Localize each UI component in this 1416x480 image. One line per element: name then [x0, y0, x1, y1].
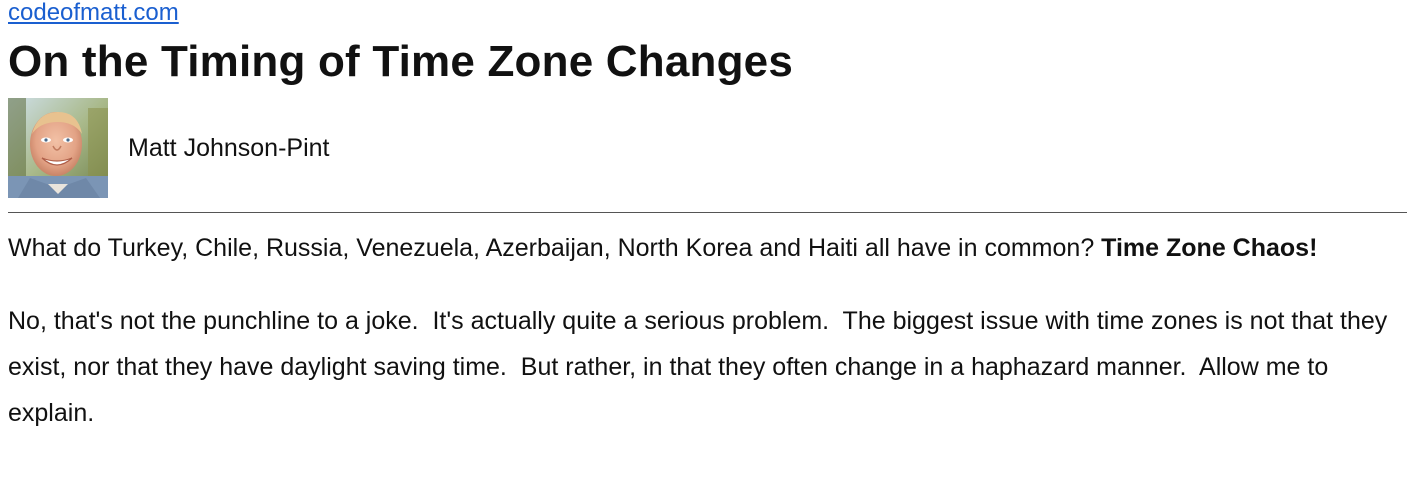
- intro-paragraph-text: What do Turkey, Chile, Russia, Venezuela…: [8, 234, 1102, 262]
- article-page: codeofmatt.com On the Timing of Time Zon…: [0, 0, 1416, 480]
- intro-paragraph: What do Turkey, Chile, Russia, Venezuela…: [8, 225, 1407, 271]
- header-divider: [8, 212, 1407, 213]
- author-name: Matt Johnson-Pint: [128, 134, 330, 162]
- article-title: On the Timing of Time Zone Changes: [8, 37, 794, 86]
- author-photo-image: [8, 98, 108, 198]
- intro-paragraph-emphasis: Time Zone Chaos!: [1101, 234, 1318, 262]
- author-block: Matt Johnson-Pint: [8, 98, 1407, 198]
- author-avatar: [8, 98, 108, 198]
- body-paragraph: No, that's not the punchline to a joke. …: [8, 307, 1395, 427]
- site-home-link[interactable]: codeofmatt.com: [8, 0, 179, 26]
